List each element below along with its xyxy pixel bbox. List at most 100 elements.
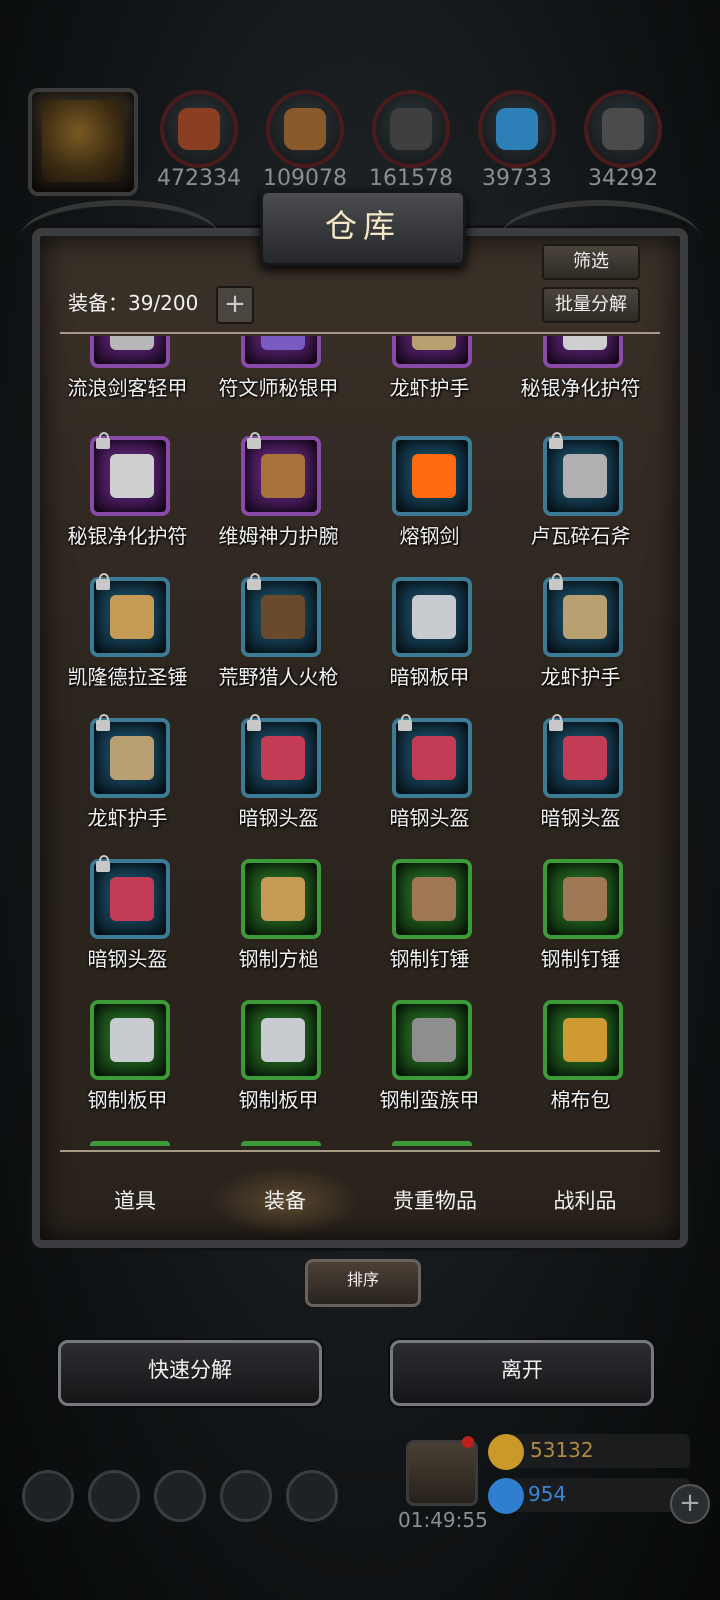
batch-decompose-button[interactable]: 批量分解 (542, 287, 640, 323)
item-slot[interactable] (241, 432, 321, 516)
sort-button[interactable]: 排序 (305, 1259, 421, 1307)
crystal-resource[interactable] (478, 90, 556, 168)
item-cell[interactable]: 暗钢板甲 (352, 577, 507, 717)
item-cell[interactable]: 龙虾护手 (50, 714, 205, 858)
equipment-icon (110, 595, 154, 639)
item-slot[interactable] (241, 1000, 321, 1080)
crystal-icon (496, 108, 538, 150)
add-currency-button[interactable]: + (670, 1484, 710, 1524)
item-cell[interactable]: 维姆神力护腕 (201, 432, 356, 576)
lock-icon (96, 573, 110, 590)
stone-resource[interactable] (372, 90, 450, 168)
equipment-icon (412, 1018, 456, 1062)
item-slot[interactable] (543, 336, 623, 368)
equipment-icon (110, 736, 154, 780)
rank-icon[interactable] (286, 1470, 338, 1522)
lock-icon (247, 432, 261, 449)
item-slot-partial[interactable] (241, 1141, 321, 1146)
item-name: 钢制板甲 (238, 1088, 319, 1112)
meat-value: 472334 (157, 166, 241, 191)
item-cell[interactable]: 荒野猎人火枪 (201, 573, 356, 717)
item-name: 符文师秘银甲 (218, 376, 339, 400)
leave-button[interactable]: 离开 (390, 1340, 654, 1406)
wood-value: 109078 (263, 166, 347, 191)
gift-icon[interactable] (406, 1440, 478, 1506)
item-slot[interactable] (543, 432, 623, 516)
item-cell[interactable]: 钢制钉锤 (352, 859, 507, 999)
lock-icon (549, 573, 563, 590)
item-slot[interactable] (90, 855, 170, 939)
mail-icon[interactable] (220, 1470, 272, 1522)
iron-icon (602, 108, 644, 150)
item-cell[interactable]: 棉布包 (503, 1000, 658, 1140)
tab-loot[interactable]: 战利品 (510, 1166, 660, 1236)
wood-resource[interactable] (266, 90, 344, 168)
lock-icon (96, 855, 110, 872)
item-slot[interactable] (90, 573, 170, 657)
item-slot[interactable] (90, 714, 170, 798)
filter-button[interactable]: 筛选 (542, 244, 640, 280)
item-slot-partial[interactable] (90, 1141, 170, 1146)
lock-icon (96, 432, 110, 449)
item-cell[interactable]: 暗钢头盔 (503, 714, 658, 858)
item-slot[interactable] (241, 859, 321, 939)
item-cell[interactable]: 钢制方槌 (201, 859, 356, 999)
item-slot[interactable] (543, 573, 623, 657)
item-slot[interactable] (90, 1000, 170, 1080)
item-cell[interactable]: 钢制板甲 (201, 1000, 356, 1140)
gold-bar (500, 1434, 690, 1468)
item-cell[interactable]: 龙虾护手 (503, 573, 658, 717)
item-cell[interactable]: 钢制蛮族甲 (352, 1000, 507, 1140)
equipment-icon (261, 454, 305, 498)
item-cell[interactable]: 秘银净化护符 (50, 432, 205, 576)
bottom-divider (60, 1150, 660, 1152)
item-slot[interactable] (392, 859, 472, 939)
item-slot[interactable] (543, 859, 623, 939)
item-name: 钢制钉锤 (540, 947, 621, 971)
equipment-icon (110, 1018, 154, 1062)
equipment-icon (110, 336, 154, 350)
tab-valuables[interactable]: 贵重物品 (360, 1166, 510, 1236)
quick-decompose-button[interactable]: 快速分解 (58, 1340, 322, 1406)
item-cell[interactable]: 熔钢剑 (352, 436, 507, 576)
item-slot[interactable] (543, 714, 623, 798)
category-tabs: 道具 装备 贵重物品 战利品 (60, 1166, 660, 1236)
item-slot-partial[interactable] (392, 1141, 472, 1146)
item-slot[interactable] (241, 714, 321, 798)
equipment-icon (110, 454, 154, 498)
item-name: 秘银净化护符 (520, 376, 641, 400)
item-slot[interactable] (392, 714, 472, 798)
item-cell[interactable]: 钢制钉锤 (503, 859, 658, 999)
item-slot[interactable] (90, 336, 170, 368)
item-cell[interactable]: 钢制板甲 (50, 1000, 205, 1140)
expand-capacity-button[interactable]: + (216, 286, 254, 324)
item-name: 卢瓦碎石斧 (530, 524, 631, 548)
meat-icon (178, 108, 220, 150)
wood-icon (284, 108, 326, 150)
item-slot[interactable] (543, 1000, 623, 1080)
tab-equipment[interactable]: 装备 (210, 1166, 360, 1236)
item-slot[interactable] (392, 436, 472, 516)
item-cell[interactable]: 暗钢头盔 (50, 855, 205, 999)
star-icon[interactable] (88, 1470, 140, 1522)
item-cell[interactable]: 暗钢头盔 (201, 714, 356, 858)
item-cell[interactable]: 暗钢头盔 (352, 714, 507, 858)
item-slot[interactable] (392, 336, 472, 368)
item-slot[interactable] (392, 577, 472, 657)
item-slot[interactable] (392, 1000, 472, 1080)
item-name: 荒野猎人火枪 (218, 665, 339, 689)
iron-resource[interactable] (584, 90, 662, 168)
lock-icon (398, 714, 412, 731)
equipment-icon (261, 336, 305, 350)
item-slot[interactable] (241, 573, 321, 657)
settings-icon[interactable] (22, 1470, 74, 1522)
item-slot[interactable] (90, 432, 170, 516)
item-cell[interactable]: 凯隆德拉圣锤 (50, 573, 205, 717)
tab-items[interactable]: 道具 (60, 1166, 210, 1236)
avatar[interactable] (28, 88, 138, 196)
guild-icon[interactable] (154, 1470, 206, 1522)
item-slot[interactable] (241, 336, 321, 368)
lock-icon (96, 714, 110, 731)
meat-resource[interactable] (160, 90, 238, 168)
item-cell[interactable]: 卢瓦碎石斧 (503, 432, 658, 576)
